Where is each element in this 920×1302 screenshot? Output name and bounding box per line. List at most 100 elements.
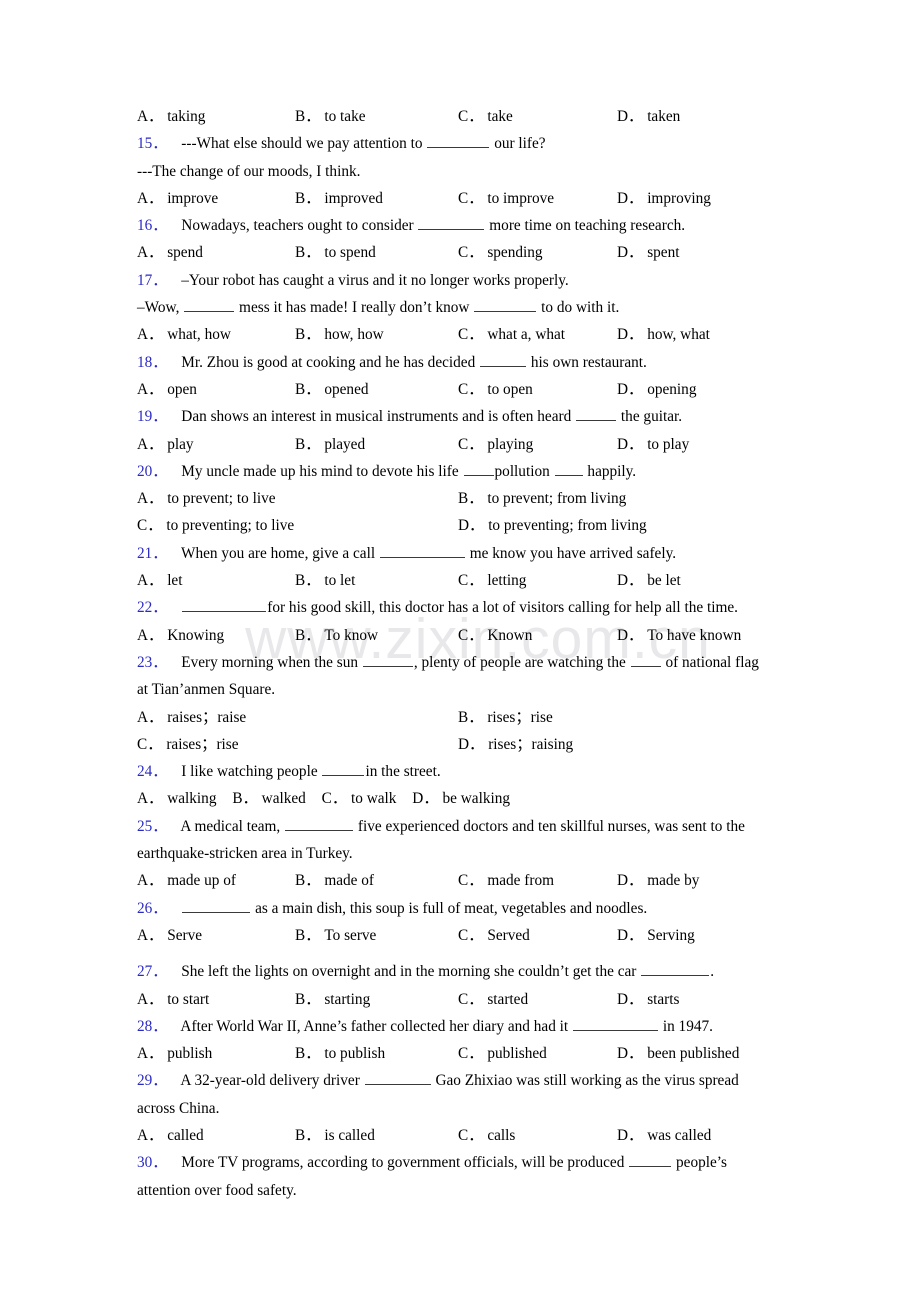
option-b[interactable]: B． rises；rise	[458, 704, 553, 731]
option-a[interactable]: A． Serve	[137, 922, 202, 949]
answer-blank[interactable]	[379, 543, 465, 558]
option-a[interactable]: A． what, how	[137, 321, 231, 348]
answer-blank[interactable]	[480, 352, 527, 367]
answer-blank[interactable]	[427, 133, 490, 149]
question-text: When you are home, give a call	[181, 544, 376, 562]
answer-blank[interactable]	[641, 961, 710, 977]
option-b[interactable]: B． how, how	[295, 321, 384, 348]
answer-blank[interactable]	[322, 761, 365, 777]
option-a[interactable]: A． to prevent; to live	[137, 485, 276, 512]
option-a[interactable]: A． publish	[137, 1040, 212, 1067]
option-a[interactable]: A． called	[137, 1122, 204, 1149]
option-d[interactable]: D． rises；raising	[458, 731, 573, 758]
option-d[interactable]: D． taken	[617, 103, 680, 130]
option-c[interactable]: C． what a, what	[458, 321, 565, 348]
option-b[interactable]: B． to let	[295, 567, 355, 594]
answer-blank[interactable]	[629, 1152, 672, 1168]
option-a[interactable]: A． spend	[137, 239, 203, 266]
option-d[interactable]: D． spent	[617, 239, 679, 266]
option-d[interactable]: D． made by	[617, 867, 699, 894]
option-d[interactable]: D． To have known	[617, 622, 741, 649]
option-b[interactable]: B． starting	[295, 986, 370, 1013]
question-text-tail: for his good skill, this doctor has a lo…	[267, 599, 738, 617]
option-d[interactable]: D． been published	[617, 1040, 739, 1067]
option-c[interactable]: C． spending	[458, 239, 543, 266]
option-d[interactable]: D． to play	[617, 431, 689, 458]
answer-blank-2[interactable]	[630, 652, 661, 667]
question-stem-continuation: across China.	[137, 1095, 797, 1122]
option-c[interactable]: C． to open	[458, 376, 533, 403]
option-d[interactable]: D． how, what	[617, 321, 710, 348]
answer-blank[interactable]	[182, 597, 267, 613]
option-d[interactable]: D． be walking	[412, 790, 510, 807]
option-row: A． Knowing B． To know C． Known D． To hav…	[137, 622, 797, 649]
option-b[interactable]: B． made of	[295, 867, 374, 894]
question-stem: 16． Nowadays, teachers ought to consider…	[137, 212, 797, 239]
option-b[interactable]: B． to spend	[295, 239, 376, 266]
option-b[interactable]: B． to publish	[295, 1040, 385, 1067]
option-a[interactable]: A． made up of	[137, 867, 236, 894]
question-text-tail: of national flag	[665, 653, 759, 671]
question-stem: 17． –Your robot has caught a virus and i…	[137, 267, 797, 294]
option-d[interactable]: D． opening	[617, 376, 696, 403]
option-c[interactable]: C． raises；rise	[137, 731, 239, 758]
option-row: A． spend B． to spend C． spending D． spen…	[137, 239, 797, 266]
answer-blank[interactable]	[285, 816, 354, 831]
answer-blank-2[interactable]	[554, 461, 583, 476]
option-b[interactable]: B． walked	[232, 790, 306, 807]
option-a[interactable]: A． let	[137, 567, 182, 594]
question-text-tail: the guitar.	[620, 408, 683, 426]
option-a[interactable]: A． to start	[137, 986, 209, 1013]
option-d[interactable]: D． was called	[617, 1122, 711, 1149]
option-b[interactable]: B． opened	[295, 376, 369, 403]
option-b[interactable]: B． is called	[295, 1122, 375, 1149]
option-d[interactable]: D． improving	[617, 185, 711, 212]
option-c[interactable]: C． calls	[458, 1122, 515, 1149]
option-d[interactable]: D． starts	[617, 986, 679, 1013]
answer-blank[interactable]	[573, 1016, 658, 1031]
question-number: 24．	[137, 763, 168, 781]
option-b[interactable]: B． improved	[295, 185, 383, 212]
answer-blank[interactable]	[182, 898, 251, 913]
option-c[interactable]: C． letting	[458, 567, 526, 594]
option-d[interactable]: D． to preventing; from living	[458, 512, 647, 539]
option-a[interactable]: A． improve	[137, 185, 218, 212]
option-c[interactable]: C． Known	[458, 622, 532, 649]
option-c[interactable]: C． Served	[458, 922, 530, 949]
answer-blank-1[interactable]	[463, 461, 494, 476]
option-d[interactable]: D． be let	[617, 567, 681, 594]
question-text: A 32-year-old delivery driver	[180, 1072, 360, 1090]
answer-blank-1[interactable]	[362, 652, 413, 667]
question-number: 17．	[137, 271, 168, 289]
option-b[interactable]: B． played	[295, 431, 365, 458]
option-c[interactable]: C． to preventing; to live	[137, 512, 294, 539]
answer-blank[interactable]	[576, 406, 617, 422]
question-stem-continuation: earthquake-stricken area in Turkey.	[137, 840, 797, 867]
option-a[interactable]: A． walking	[137, 790, 216, 807]
question-number: 23．	[137, 653, 168, 671]
option-c[interactable]: C． published	[458, 1040, 547, 1067]
question-text-tail: five experienced doctors and ten skillfu…	[357, 817, 745, 835]
option-c[interactable]: C． playing	[458, 431, 533, 458]
option-c[interactable]: C． to walk	[322, 790, 397, 807]
option-a[interactable]: A． play	[137, 431, 194, 458]
option-b[interactable]: B． To serve	[295, 922, 376, 949]
question-stem: 22． for his good skill, this doctor has …	[137, 594, 797, 621]
answer-blank-1[interactable]	[184, 297, 235, 313]
answer-blank[interactable]	[418, 215, 485, 231]
option-a[interactable]: A． taking	[137, 103, 205, 130]
option-d[interactable]: D． Serving	[617, 922, 695, 949]
option-a[interactable]: A． Knowing	[137, 622, 224, 649]
option-a[interactable]: A． open	[137, 376, 197, 403]
option-c[interactable]: C． take	[458, 103, 513, 130]
option-b[interactable]: B． to take	[295, 103, 366, 130]
option-c[interactable]: C． started	[458, 986, 528, 1013]
option-b[interactable]: B． to prevent; from living	[458, 485, 626, 512]
answer-blank[interactable]	[364, 1070, 431, 1086]
option-b[interactable]: B． To know	[295, 622, 378, 649]
option-c[interactable]: C． made from	[458, 867, 554, 894]
option-a[interactable]: A． raises；raise	[137, 704, 246, 731]
answer-blank-2[interactable]	[474, 297, 537, 313]
option-row: A． called B． is called C． calls D． was c…	[137, 1122, 797, 1149]
option-c[interactable]: C． to improve	[458, 185, 554, 212]
